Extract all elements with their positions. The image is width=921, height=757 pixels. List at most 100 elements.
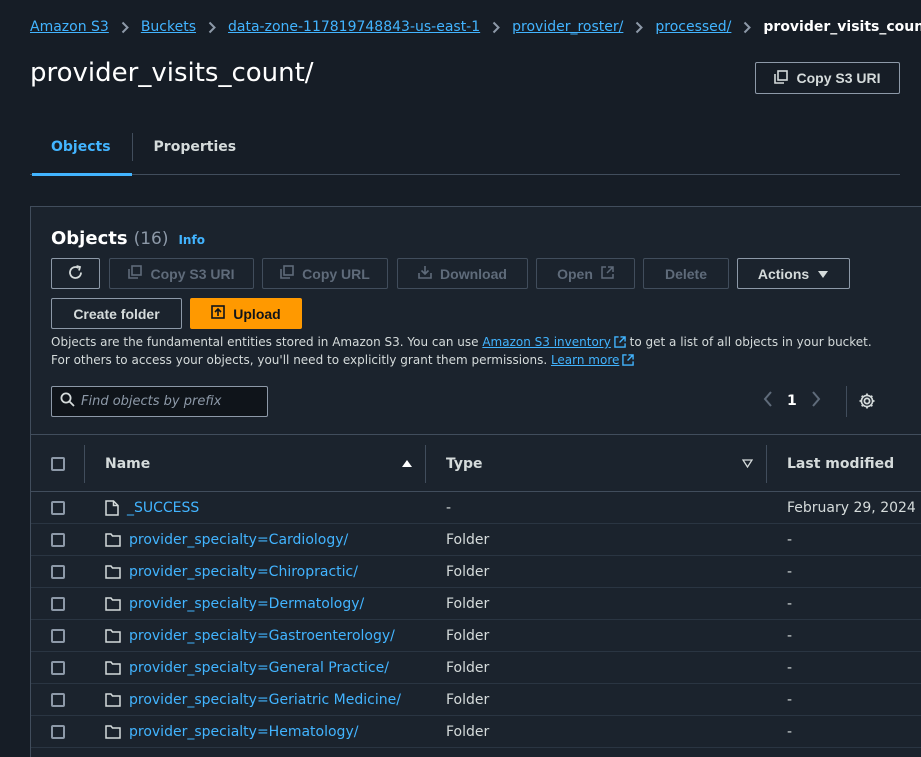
breadcrumb-link-bucket[interactable]: data-zone-117819748843-us-east-1 — [228, 19, 480, 35]
caret-down-icon — [817, 266, 829, 282]
column-type-label: Type — [446, 456, 483, 472]
chevron-right-icon — [492, 21, 501, 34]
column-header-last-modified[interactable]: Last modified — [787, 435, 894, 493]
refresh-icon — [67, 264, 84, 284]
breadcrumb-link-buckets[interactable]: Buckets — [141, 19, 196, 35]
row-type-cell: Folder — [446, 532, 490, 548]
column-name-label: Name — [105, 456, 151, 472]
object-name-link[interactable]: provider_specialty=Geriatric Medicine/ — [129, 692, 401, 708]
row-last-modified-cell: - — [787, 660, 793, 676]
table-row[interactable]: provider_specialty=Gastroenterology/Fold… — [31, 620, 921, 652]
download-button[interactable]: Download — [397, 258, 528, 289]
row-type-cell: Folder — [446, 564, 490, 580]
object-name-link[interactable]: provider_specialty=General Practice/ — [129, 660, 389, 676]
folder-icon — [105, 565, 121, 579]
row-last-modified-cell: - — [787, 532, 793, 548]
table-row[interactable]: provider_specialty=Cardiology/Folder - — [31, 524, 921, 556]
row-checkbox[interactable] — [51, 501, 65, 515]
select-all-checkbox[interactable] — [51, 457, 65, 471]
sort-ascending-icon — [401, 456, 413, 472]
table-header: Name Type Last modified — [31, 434, 921, 492]
table-row[interactable]: provider_specialty=Dermatology/Folder - — [31, 588, 921, 620]
table-row[interactable]: provider_specialty=Hematology/Folder - — [31, 716, 921, 748]
row-last-modified-cell: February 29, 2024 — [787, 500, 916, 516]
row-select-cell — [51, 684, 65, 716]
row-last-modified-cell: - — [787, 724, 793, 740]
row-last-modified-cell: - — [787, 628, 793, 644]
delete-label: Delete — [664, 265, 708, 282]
table-row[interactable]: provider_specialty=Geriatric Medicine/Fo… — [31, 684, 921, 716]
row-checkbox[interactable] — [51, 693, 65, 707]
folder-icon — [105, 533, 121, 547]
upload-icon — [211, 305, 226, 322]
delete-button[interactable]: Delete — [643, 258, 729, 289]
download-icon — [418, 265, 432, 282]
column-header-name[interactable]: Name — [105, 435, 413, 493]
column-last-modified-label: Last modified — [787, 456, 895, 472]
create-folder-button[interactable]: Create folder — [51, 298, 182, 329]
row-select-cell — [51, 620, 65, 652]
object-name-link[interactable]: provider_specialty=Gastroenterology/ — [129, 628, 395, 644]
column-header-type[interactable]: Type — [446, 435, 754, 493]
table-body: _SUCCESS - February 29, 2024 provider_speci… — [31, 492, 921, 748]
copy-s3-uri-header-label: Copy S3 URI — [796, 70, 881, 86]
tab-properties[interactable]: Properties — [133, 120, 258, 174]
object-name-link[interactable]: provider_specialty=Cardiology/ — [129, 532, 348, 548]
row-checkbox[interactable] — [51, 597, 65, 611]
row-select-cell — [51, 524, 65, 556]
folder-icon — [105, 725, 121, 739]
refresh-button[interactable] — [51, 258, 100, 289]
row-checkbox[interactable] — [51, 565, 65, 579]
row-last-modified-cell: - — [787, 692, 793, 708]
row-name-cell: provider_specialty=Geriatric Medicine/ — [105, 684, 401, 716]
chevron-right-icon[interactable] — [811, 391, 821, 411]
breadcrumb-link-processed[interactable]: processed/ — [655, 19, 731, 35]
breadcrumb-link-provider-roster[interactable]: provider_roster/ — [512, 19, 623, 35]
select-all-cell — [51, 435, 65, 493]
row-checkbox[interactable] — [51, 661, 65, 675]
info-link[interactable]: Info — [178, 233, 204, 247]
table-row[interactable]: provider_specialty=General Practice/Fold… — [31, 652, 921, 684]
row-type-cell: Folder — [446, 660, 490, 676]
object-name-link[interactable]: provider_specialty=Chiropractic/ — [129, 564, 358, 580]
row-name-cell: provider_specialty=General Practice/ — [105, 652, 389, 684]
row-select-cell — [51, 588, 65, 620]
upload-button[interactable]: Upload — [190, 298, 302, 329]
row-select-cell — [51, 556, 65, 588]
row-checkbox[interactable] — [51, 725, 65, 739]
create-folder-label: Create folder — [73, 305, 160, 322]
actions-label: Actions — [757, 265, 810, 282]
copy-s3-uri-header-button[interactable]: Copy S3 URI — [755, 62, 900, 94]
amazon-s3-inventory-link[interactable]: Amazon S3 inventory — [482, 335, 611, 349]
chevron-right-icon — [208, 21, 216, 34]
object-name-link[interactable]: _SUCCESS — [127, 500, 199, 516]
open-button[interactable]: Open — [536, 258, 635, 289]
tab-objects[interactable]: Objects — [30, 120, 132, 176]
copy-url-button[interactable]: Copy URL — [262, 258, 388, 289]
pagination: 1 — [763, 391, 821, 411]
chevron-left-icon[interactable] — [763, 391, 773, 411]
learn-more-link[interactable]: Learn more — [551, 353, 619, 367]
copy-icon — [128, 265, 143, 282]
search-input[interactable] — [81, 394, 261, 409]
copy-s3-uri-button[interactable]: Copy S3 URI — [109, 258, 254, 289]
object-name-link[interactable]: provider_specialty=Dermatology/ — [129, 596, 364, 612]
page-title: provider_visits_count/ — [30, 58, 314, 88]
objects-panel: Objects (16) Info Copy S3 URI Copy URL D… — [30, 206, 921, 757]
gear-icon[interactable] — [858, 392, 876, 414]
external-link-icon — [622, 354, 635, 370]
row-checkbox[interactable] — [51, 629, 65, 643]
object-name-link[interactable]: provider_specialty=Hematology/ — [129, 724, 358, 740]
table-row[interactable]: provider_specialty=Chiropractic/Folder - — [31, 556, 921, 588]
column-divider — [766, 445, 767, 483]
row-select-cell — [51, 492, 65, 524]
breadcrumb-link-amazon-s3[interactable]: Amazon S3 — [30, 19, 109, 35]
current-page[interactable]: 1 — [787, 393, 797, 409]
row-select-cell — [51, 652, 65, 684]
table-row[interactable]: _SUCCESS - February 29, 2024 — [31, 492, 921, 524]
sort-icon — [741, 456, 754, 472]
download-label: Download — [440, 265, 507, 282]
actions-dropdown[interactable]: Actions — [737, 258, 850, 289]
row-checkbox[interactable] — [51, 533, 65, 547]
row-select-cell — [51, 716, 65, 748]
